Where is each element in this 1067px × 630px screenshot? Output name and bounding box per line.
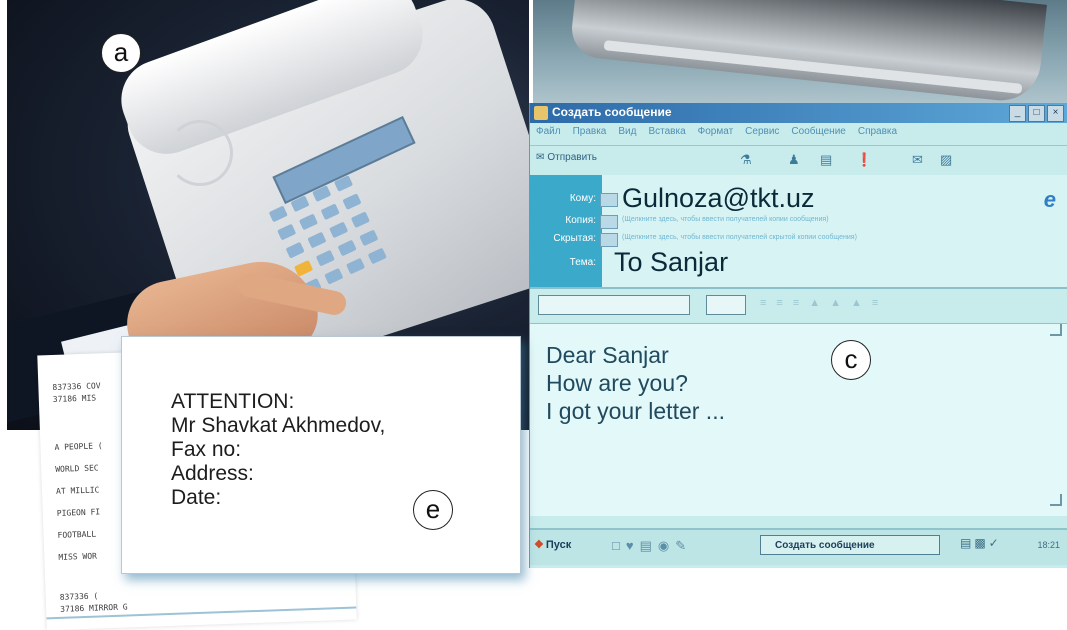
label-c: c <box>831 340 871 380</box>
to-address-book-icon[interactable] <box>600 193 618 207</box>
fax-key <box>329 221 349 239</box>
encrypt-icon[interactable]: ▨ <box>940 152 952 168</box>
printout-line: FOOTBALL <box>57 529 97 540</box>
cc-label: Копия: <box>565 215 596 226</box>
menu-insert[interactable]: Вставка <box>642 123 691 143</box>
label-a: a <box>101 33 141 73</box>
cc-field[interactable]: (Щелкните здесь, чтобы ввести получателе… <box>622 216 829 223</box>
fax-key <box>320 203 340 221</box>
printout-line: 837336 ( <box>59 591 99 602</box>
cover-line-fax: Fax no: <box>171 438 242 461</box>
font-select[interactable] <box>538 295 690 315</box>
bcc-address-book-icon[interactable] <box>600 233 618 247</box>
printout-line: A PEOPLE ( <box>54 441 103 452</box>
bcc-field[interactable]: (Щелкните здесь, чтобы ввести получателе… <box>622 234 857 241</box>
priority-icon[interactable]: ❗ <box>856 152 872 168</box>
printout-line: 37186 MIRROR G <box>60 602 128 614</box>
toolbar: Отправить ⚗ ♟ ▤ ❗ ✉ ▨ <box>530 145 1067 177</box>
scroll-corner-bottom <box>1050 494 1062 506</box>
subject-label: Тема: <box>569 257 596 268</box>
mail-app-icon <box>534 106 548 120</box>
email-compose-window: Создать сообщение _ □ × Файл Правка Вид … <box>529 103 1067 568</box>
fax-key <box>359 229 379 247</box>
scroll-corner-top <box>1050 324 1062 336</box>
start-button[interactable]: Пуск <box>534 538 571 551</box>
body-line: Dear Sanjar <box>546 342 669 368</box>
menu-edit[interactable]: Правка <box>567 123 613 143</box>
printout-line: PIGEON FI <box>56 507 101 518</box>
menu-format[interactable]: Формат <box>692 123 740 143</box>
sign-icon[interactable]: ✉ <box>912 152 923 168</box>
taskbar-clock: 18:21 <box>1037 540 1060 550</box>
attach-icon[interactable]: ⚗ <box>740 152 752 168</box>
cover-line-date: Date: <box>171 486 222 509</box>
fax-key <box>307 231 327 249</box>
to-label: Кому: <box>569 193 596 204</box>
printout-line: MISS WOR <box>58 551 98 562</box>
close-button[interactable]: × <box>1047 105 1064 122</box>
format-bar: ≡≡≡▲▲▲≡ <box>530 289 1067 323</box>
menu-bar: Файл Правка Вид Вставка Формат Сервис Со… <box>530 123 1067 143</box>
send-button[interactable]: Отправить <box>536 152 597 163</box>
ie-icon: e <box>1043 187 1056 212</box>
fax-key <box>315 249 335 267</box>
header-subject: Тема: To Sanjar <box>530 247 1067 277</box>
address-book-icon[interactable]: ▤ <box>820 152 832 168</box>
fax-key <box>277 223 297 241</box>
cover-line-address: Address: <box>171 462 254 485</box>
font-size-select[interactable] <box>706 295 746 315</box>
fax-key <box>337 239 357 257</box>
printout-line: WORLD SEC <box>55 463 99 474</box>
message-body[interactable]: Dear Sanjar How are you? I got your lett… <box>530 323 1067 516</box>
formatting-icons[interactable]: ≡≡≡▲▲▲≡ <box>760 297 888 309</box>
body-line: I got your letter ... <box>546 398 725 424</box>
bcc-label: Скрытая: <box>553 233 596 244</box>
fax-key <box>342 193 362 210</box>
menu-message[interactable]: Сообщение <box>785 123 851 143</box>
cc-address-book-icon[interactable] <box>600 215 618 229</box>
quick-launch-icons[interactable]: □♥▤◉✎ <box>612 538 692 554</box>
fax-key <box>345 257 366 275</box>
fax-key <box>285 241 305 259</box>
fax-key <box>298 213 319 231</box>
taskbar-item-compose[interactable]: Создать сообщение <box>760 535 940 555</box>
header-bcc: Скрытая: (Щелкните здесь, чтобы ввести п… <box>530 229 1067 249</box>
maximize-button[interactable]: □ <box>1028 105 1045 122</box>
message-headers: Кому: Gulnoza@tkt.uz Копия: (Щелкните зд… <box>530 175 1067 289</box>
menu-file[interactable]: Файл <box>530 123 567 143</box>
taskbar: Пуск □♥▤◉✎ Создать сообщение ▤▩✓ 18:21 <box>530 528 1067 565</box>
fax-cover-card: ATTENTION: Mr Shavkat Akhmedov, Fax no: … <box>121 336 521 574</box>
cover-line-attention: ATTENTION: <box>171 390 295 413</box>
fax-key <box>324 267 344 285</box>
menu-view[interactable]: Вид <box>612 123 642 143</box>
window-controls: _ □ × <box>1009 105 1064 122</box>
printout-line: AT MILLIC <box>55 485 100 496</box>
cover-line-name: Mr Shavkat Akhmedov, <box>171 414 386 437</box>
fax-key <box>350 211 370 229</box>
header-to: Кому: Gulnoza@tkt.uz <box>530 183 1067 213</box>
laptop-photo <box>533 0 1067 103</box>
to-field[interactable]: Gulnoza@tkt.uz <box>622 183 815 214</box>
check-names-icon[interactable]: ♟ <box>788 152 800 168</box>
subject-field[interactable]: To Sanjar <box>614 247 728 278</box>
menu-tools[interactable]: Сервис <box>739 123 785 143</box>
window-title: Создать сообщение <box>552 105 672 119</box>
minimize-button[interactable]: _ <box>1009 105 1026 122</box>
label-e: e <box>413 490 453 530</box>
body-line: How are you? <box>546 370 688 396</box>
system-tray-icons: ▤▩✓ <box>960 536 1002 550</box>
printout-line: 37186 MIS <box>52 393 97 404</box>
menu-help[interactable]: Справка <box>852 123 903 143</box>
header-cc: Копия: (Щелкните здесь, чтобы ввести пол… <box>530 211 1067 231</box>
fax-key <box>367 247 387 265</box>
phone-cord <box>167 120 233 186</box>
printout-line: 837336 COV <box>52 381 101 392</box>
title-bar: Создать сообщение _ □ × <box>530 103 1067 123</box>
